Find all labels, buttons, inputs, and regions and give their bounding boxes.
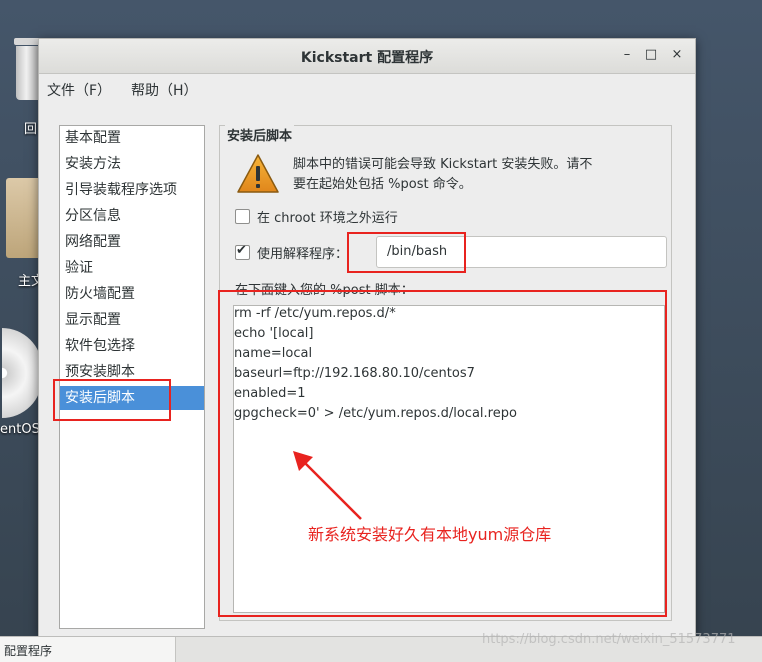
warning-line-1: 脚本中的错误可能会导致 Kickstart 安装失败。请不 — [293, 157, 593, 172]
kickstart-window: Kickstart 配置程序 – □ × 文件（F） 帮助（H） 基本配置 安装… — [38, 38, 696, 637]
desktop-label-disc: entOS — [0, 422, 40, 437]
window-title: Kickstart 配置程序 — [300, 50, 434, 66]
frame-title: 安装后脚本 — [225, 125, 295, 144]
sidebar-item-bootloader[interactable]: 引导装载程序选项 — [60, 178, 204, 202]
maximize-button[interactable]: □ — [643, 47, 659, 63]
sidebar-item-partition[interactable]: 分区信息 — [60, 204, 204, 228]
interpreter-checkbox[interactable] — [235, 243, 250, 260]
sidebar-item-auth[interactable]: 验证 — [60, 256, 204, 280]
menu-help[interactable]: 帮助（H） — [131, 80, 198, 100]
menu-bar: 文件（F） 帮助（H） — [39, 74, 695, 102]
close-button[interactable]: × — [669, 47, 685, 63]
annotation-arrow-icon — [293, 451, 362, 520]
warning-icon — [237, 154, 279, 193]
sidebar-item-packages[interactable]: 软件包选择 — [60, 334, 204, 358]
highlight-interpreter — [347, 232, 466, 273]
title-bar[interactable]: Kickstart 配置程序 – □ × — [39, 39, 695, 74]
watermark: https://blog.csdn.net/weixin_51573771 — [482, 632, 736, 647]
warning-line-2: 要在起始处包括 %post 命令。 — [293, 177, 472, 192]
chroot-checkbox[interactable] — [235, 209, 250, 224]
chroot-label: 在 chroot 环境之外运行 — [257, 211, 398, 226]
folder-icon[interactable] — [6, 178, 42, 258]
minimize-button[interactable]: – — [619, 47, 635, 63]
highlight-script-editor — [218, 290, 667, 617]
sidebar-item-basic[interactable]: 基本配置 — [60, 126, 204, 150]
menu-file[interactable]: 文件（F） — [47, 80, 111, 100]
sidebar-item-install-method[interactable]: 安装方法 — [60, 152, 204, 176]
warning-text: 脚本中的错误可能会导致 Kickstart 安装失败。请不 要在起始处包括 %p… — [293, 155, 653, 195]
sidebar-item-display[interactable]: 显示配置 — [60, 308, 204, 332]
interpreter-label: 使用解释程序： — [257, 247, 349, 262]
config-sections-list: 基本配置 安装方法 引导装载程序选项 分区信息 网络配置 验证 防火墙配置 显示… — [59, 125, 205, 629]
annotation-text: 新系统安装好久有本地yum源仓库 — [308, 525, 552, 544]
highlight-sidebar-selection — [53, 379, 171, 421]
sidebar-item-firewall[interactable]: 防火墙配置 — [60, 282, 204, 306]
desktop-label-trash: 回 — [24, 122, 38, 137]
taskbar-item[interactable]: 配置程序 — [0, 637, 176, 662]
sidebar-item-network[interactable]: 网络配置 — [60, 230, 204, 254]
